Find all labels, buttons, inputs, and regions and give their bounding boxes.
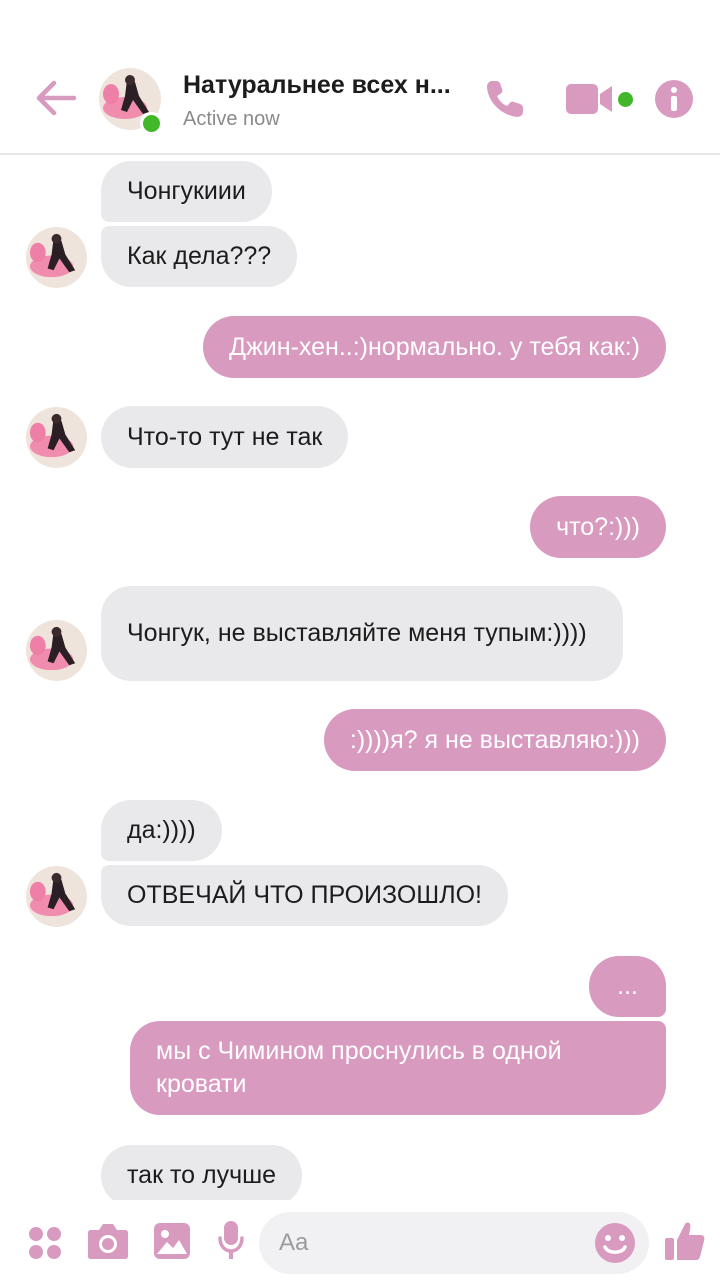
message-input-placeholder: Aa: [279, 1229, 309, 1256]
message-incoming[interactable]: Как дела???: [101, 226, 298, 287]
video-online-dot: [618, 92, 633, 107]
message-incoming[interactable]: Что-то тут не так: [101, 406, 349, 468]
composer-bar: Aa: [0, 1200, 720, 1280]
apps-icon[interactable]: [28, 1226, 62, 1260]
camera-icon[interactable]: [87, 1222, 129, 1260]
message-text: ОТВЕЧАЙ ЧТО ПРОИЗОШЛО!: [127, 881, 483, 909]
sender-avatar[interactable]: [26, 620, 87, 681]
sender-avatar[interactable]: [26, 866, 87, 927]
message-incoming[interactable]: Чонгукиии: [101, 161, 272, 222]
thumbs-up-icon[interactable]: [664, 1220, 706, 1262]
message-text: Как дела???: [127, 242, 272, 270]
back-arrow-icon[interactable]: [34, 78, 78, 118]
message-outgoing[interactable]: :))))я? я не выставляю:))): [323, 709, 666, 771]
message-text: Чонгук, не выставляйте меня тупым:)))): [127, 619, 587, 647]
message-input[interactable]: Aa: [259, 1212, 649, 1274]
message-text: Чонгукиии: [127, 177, 246, 205]
message-text: так то лучше: [127, 1161, 277, 1189]
message-text: мы с Чимином проснулись в одной кровати: [156, 1037, 562, 1098]
avatar-image: [26, 866, 87, 927]
presence-status: Active now: [183, 108, 280, 130]
avatar-image: [26, 620, 87, 681]
conversation-title[interactable]: Натуральнее всех н...: [183, 71, 473, 100]
phone-icon[interactable]: [484, 78, 526, 120]
message-text: :))))я? я не выставляю:))): [349, 725, 640, 754]
online-indicator: [140, 112, 163, 135]
gallery-icon[interactable]: [153, 1222, 191, 1260]
message-text: ...: [617, 972, 638, 1000]
message-outgoing[interactable]: Джин-хен..:)нормально. у тебя как:): [203, 316, 666, 378]
sender-avatar[interactable]: [26, 227, 87, 288]
message-outgoing[interactable]: ...: [589, 956, 666, 1017]
avatar-image: [26, 227, 87, 288]
message-incoming[interactable]: так то лучше: [101, 1145, 303, 1206]
info-icon[interactable]: [654, 79, 694, 119]
avatar-image: [26, 407, 87, 468]
message-text: Что-то тут не так: [127, 422, 323, 451]
message-text: да:)))): [127, 816, 196, 844]
message-incoming[interactable]: ОТВЕЧАЙ ЧТО ПРОИЗОШЛО!: [101, 865, 509, 926]
message-incoming[interactable]: да:)))): [101, 800, 222, 861]
microphone-icon[interactable]: [218, 1220, 244, 1262]
sender-avatar[interactable]: [26, 407, 87, 468]
message-text: что?:))): [556, 512, 640, 541]
message-outgoing[interactable]: мы с Чимином проснулись в одной кровати: [130, 1021, 666, 1115]
video-camera-icon[interactable]: [566, 82, 614, 116]
message-outgoing[interactable]: что?:))): [530, 496, 666, 558]
message-text: Джин-хен..:)нормально. у тебя как:): [229, 332, 640, 361]
chat-header: Натуральнее всех н... Active now: [0, 0, 720, 155]
emoji-icon[interactable]: [594, 1222, 636, 1264]
message-incoming[interactable]: Чонгук, не выставляйте меня тупым:)))): [101, 586, 623, 681]
